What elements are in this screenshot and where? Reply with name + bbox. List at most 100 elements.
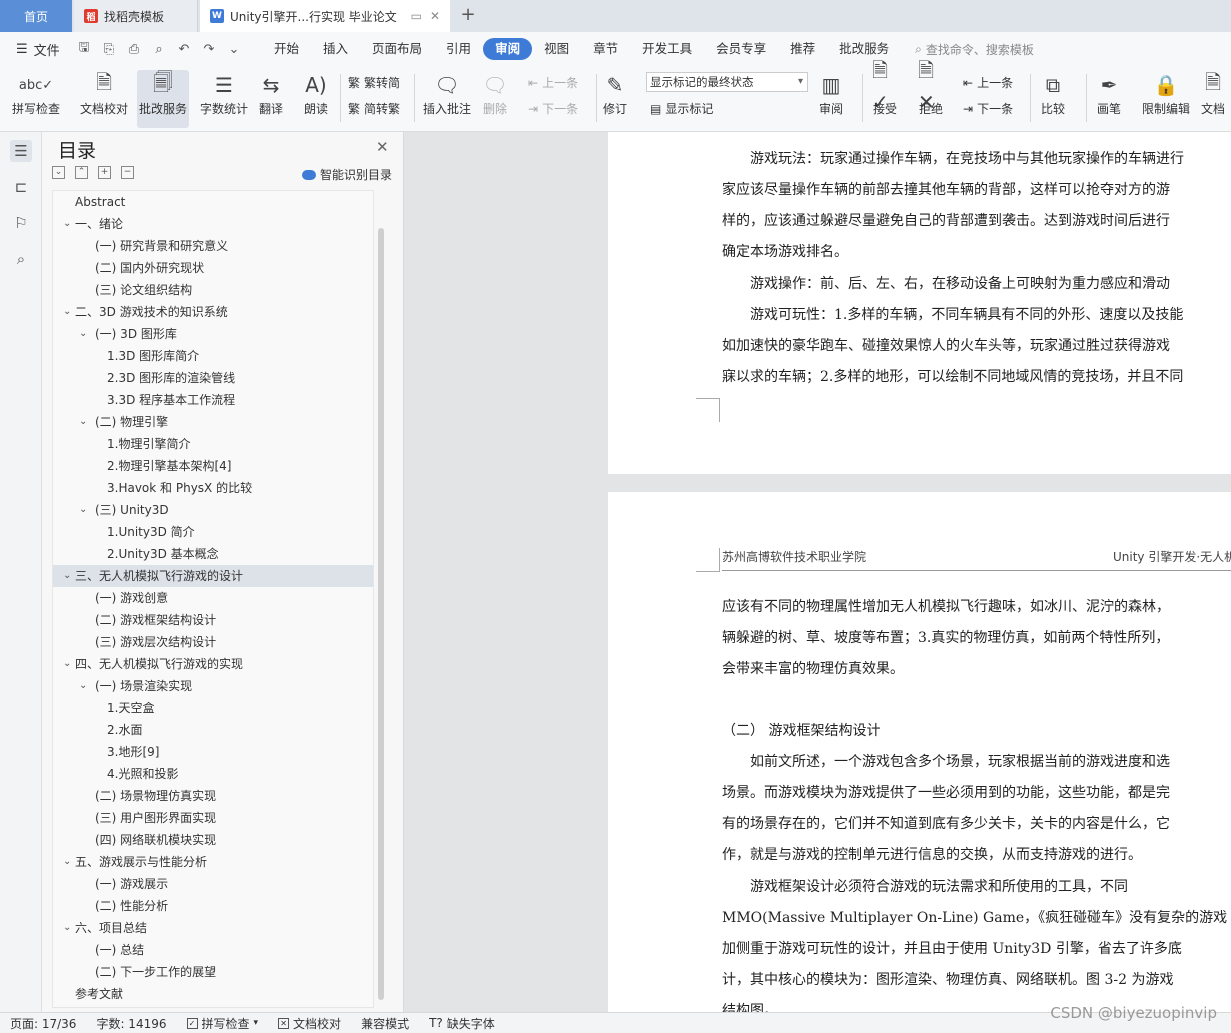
toc-item[interactable]: (一) 游戏创意 xyxy=(53,587,373,609)
accept-button[interactable]: 🗎✓ 接受 xyxy=(872,58,898,117)
toc-item[interactable]: ⌄ 二、3D 游戏技术的知识系统 xyxy=(53,301,373,323)
toc-item[interactable]: ⌄ 三、无人机模拟飞行游戏的设计 xyxy=(53,565,373,587)
chevron-down-icon[interactable]: ⌄ xyxy=(63,301,75,323)
close-icon[interactable]: ✕ xyxy=(376,138,389,156)
spell-check-button[interactable]: abc✓ 拼写检查 xyxy=(12,70,60,117)
pen-button[interactable]: ✒ 画笔 xyxy=(1096,70,1122,117)
toc-item[interactable]: ⌄ 四、无人机模拟飞行游戏的实现 xyxy=(53,653,373,675)
tab-templates[interactable]: 稻 找稻壳模板 xyxy=(74,0,198,32)
insert-comment-button[interactable]: 🗨 插入批注 xyxy=(423,70,471,117)
toc-item[interactable]: (二) 游戏框架结构设计 xyxy=(53,609,373,631)
review-pane-button[interactable]: ▥ 审阅 xyxy=(818,70,844,117)
toc-item[interactable]: ⌄ 五、游戏展示与性能分析 xyxy=(53,851,373,873)
undo-icon[interactable]: ↶ xyxy=(176,42,192,57)
prev-change-button[interactable]: ⇤ 上一条 xyxy=(963,74,1013,91)
toc-panel-icon[interactable]: ☰ xyxy=(10,140,32,162)
file-menu[interactable]: ☰ 文件 xyxy=(0,40,70,59)
chevron-down-icon[interactable]: ⌄ xyxy=(63,851,75,873)
menu-chapter[interactable]: 章节 xyxy=(581,38,630,60)
toc-item[interactable]: (二) 国内外研究现状 xyxy=(53,257,373,279)
menu-layout[interactable]: 页面布局 xyxy=(360,38,434,60)
toc-item[interactable]: (二) 场景物理仿真实现 xyxy=(53,785,373,807)
toc-item[interactable]: (一) 总结 xyxy=(53,939,373,961)
menu-recommend[interactable]: 推荐 xyxy=(778,38,827,60)
trad-to-simp-button[interactable]: 繁 繁转简 xyxy=(348,74,400,91)
chevron-down-icon[interactable]: ⌄ xyxy=(63,653,75,675)
chevron-down-icon[interactable]: ⌄ xyxy=(79,499,91,521)
restrict-editing-button[interactable]: 🔒 限制编辑 xyxy=(1142,70,1190,117)
toc-item[interactable]: 参考文献 xyxy=(53,983,373,1005)
read-aloud-button[interactable]: A) 朗读 xyxy=(303,70,329,117)
close-tab-icon[interactable]: ✕ xyxy=(430,9,440,23)
toc-item[interactable]: 3.3D 程序基本工作流程 xyxy=(53,389,373,411)
toc-item[interactable]: ⌄ (一) 场景渲染实现 xyxy=(53,675,373,697)
menu-developer[interactable]: 开发工具 xyxy=(630,38,704,60)
chevron-down-icon[interactable]: ⌄ xyxy=(63,565,75,587)
customize-dropdown-icon[interactable]: ⌄ xyxy=(226,42,242,57)
chevron-down-icon[interactable]: ⌄ xyxy=(79,675,91,697)
menu-insert[interactable]: 插入 xyxy=(311,38,360,60)
toc-item[interactable]: ⌄ (二) 物理引擎 xyxy=(53,411,373,433)
toc-item[interactable]: 1.3D 图形库简介 xyxy=(53,345,373,367)
expand-up-icon[interactable]: ⌃ xyxy=(75,166,88,179)
menu-start[interactable]: 开始 xyxy=(262,38,311,60)
word-count-indicator[interactable]: 字数: 14196 xyxy=(86,1015,176,1032)
markup-state-select[interactable]: 显示标记的最终状态 ▾ xyxy=(646,72,808,92)
toc-item[interactable]: 2.物理引擎基本架构[4] xyxy=(53,455,373,477)
toc-item[interactable]: (四) 网络联机模块实现 xyxy=(53,829,373,851)
chevron-down-icon[interactable]: ⌄ xyxy=(63,917,75,939)
collapse-down-icon[interactable]: ⌄ xyxy=(52,166,65,179)
spell-check-status[interactable]: ✓ 拼写检查 ▾ xyxy=(177,1015,269,1032)
print-preview-icon[interactable]: ⌕ xyxy=(151,42,167,57)
next-change-button[interactable]: ⇥ 下一条 xyxy=(963,100,1013,117)
toc-item[interactable]: Abstract xyxy=(53,191,373,213)
toc-item[interactable]: ⌄ 六、项目总结 xyxy=(53,917,373,939)
reject-button[interactable]: 🗎✕ 拒绝 xyxy=(918,58,944,117)
tab-home[interactable]: 首页 xyxy=(0,0,72,32)
track-changes-button[interactable]: ✎ 修订 xyxy=(602,70,628,117)
redo-icon[interactable]: ↷ xyxy=(201,42,217,57)
bookmark-icon[interactable]: ⚐ xyxy=(10,212,32,234)
translate-button[interactable]: ⇆ 翻译 xyxy=(258,70,284,117)
show-markup-button[interactable]: ▤ 显示标记 xyxy=(650,100,713,117)
next-comment-button[interactable]: ⇥ 下一条 xyxy=(528,100,578,117)
toc-item[interactable]: ⌄ (三) Unity3D xyxy=(53,499,373,521)
menu-view[interactable]: 视图 xyxy=(532,38,581,60)
toc-item[interactable]: (二) 下一步工作的展望 xyxy=(53,961,373,983)
print-icon[interactable]: ⎙ xyxy=(126,42,142,57)
toc-item[interactable]: (三) 用户图形界面实现 xyxy=(53,807,373,829)
proofread-status[interactable]: ✕ 文档校对 xyxy=(268,1015,351,1032)
toc-item[interactable]: 3.Havok 和 PhysX 的比较 xyxy=(53,477,373,499)
proofread-button[interactable]: 🗎 文档校对 xyxy=(80,70,128,117)
toc-item[interactable]: 1.天空盒 xyxy=(53,697,373,719)
add-level-icon[interactable]: + xyxy=(98,166,111,179)
correction-service-button[interactable]: 🗐 批改服务 xyxy=(137,70,190,128)
toc-item[interactable]: 1.物理引擎简介 xyxy=(53,433,373,455)
chapter-nav-icon[interactable]: ⊏ xyxy=(10,176,32,198)
prev-comment-button[interactable]: ⇤ 上一条 xyxy=(528,74,578,91)
toc-item[interactable]: ⌄ 一、绪论 xyxy=(53,213,373,235)
menu-references[interactable]: 引用 xyxy=(434,38,483,60)
compare-button[interactable]: ⧉ 比较 xyxy=(1040,70,1066,117)
word-count-button[interactable]: ☰ 字数统计 xyxy=(200,70,248,117)
toc-item[interactable]: (二) 性能分析 xyxy=(53,895,373,917)
toc-item[interactable]: 2.水面 xyxy=(53,719,373,741)
toc-item[interactable]: 4.光照和投影 xyxy=(53,763,373,785)
pin-tab-icon[interactable]: ▭ xyxy=(411,9,422,23)
toc-item[interactable]: ⌄ (一) 3D 图形库 xyxy=(53,323,373,345)
delete-comment-button[interactable]: 🗨 删除 xyxy=(482,70,508,117)
toc-scrollbar[interactable] xyxy=(378,228,384,1000)
toc-item[interactable]: (三) 论文组织结构 xyxy=(53,279,373,301)
page-indicator[interactable]: 页面: 17/36 xyxy=(0,1015,86,1032)
search-icon[interactable]: ⌕ xyxy=(10,248,32,270)
chevron-down-icon[interactable]: ⌄ xyxy=(79,411,91,433)
menu-review[interactable]: 审阅 xyxy=(483,38,533,60)
toc-item[interactable]: 3.地形[9] xyxy=(53,741,373,763)
menu-member[interactable]: 会员专享 xyxy=(704,38,778,60)
missing-font-status[interactable]: T? 缺失字体 xyxy=(419,1015,505,1032)
tab-document[interactable]: W Unity引擎开...行实现 毕业论文 ▭ ✕ xyxy=(200,0,450,32)
remove-level-icon[interactable]: − xyxy=(121,166,134,179)
doc-permission-button[interactable]: 🗎 文档 xyxy=(1200,70,1226,117)
toc-item[interactable]: 1.Unity3D 简介 xyxy=(53,521,373,543)
toc-item[interactable]: (三) 游戏层次结构设计 xyxy=(53,631,373,653)
